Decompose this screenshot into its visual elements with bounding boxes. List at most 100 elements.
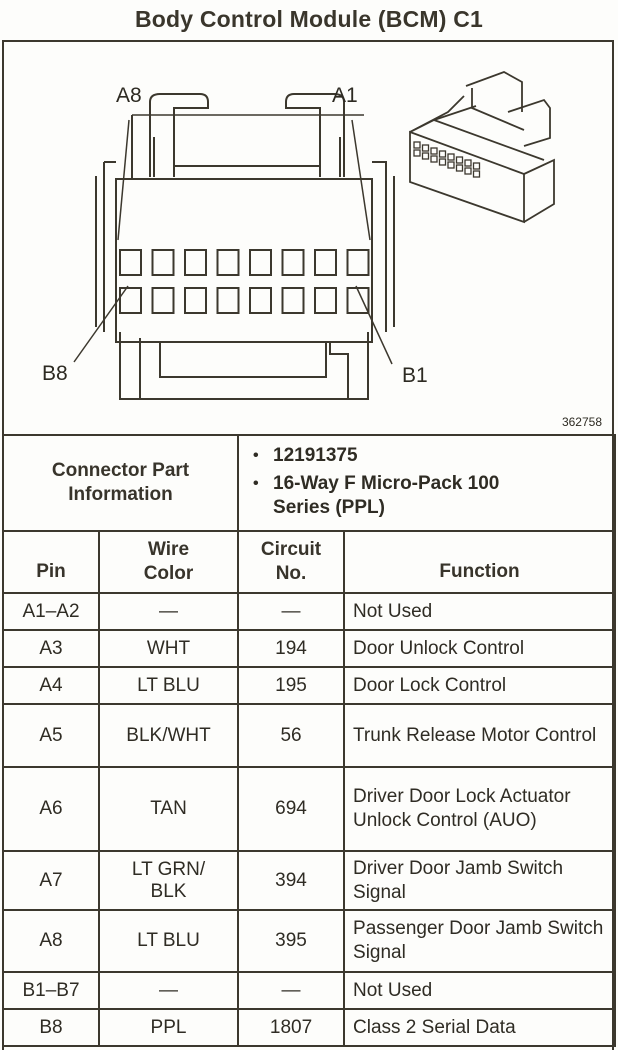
wire-color-cell: PPL: [97, 1008, 240, 1047]
label-a1: A1: [332, 84, 358, 107]
pin-cell: A5: [2, 703, 100, 768]
iso-cavity: [421, 152, 430, 160]
connector-info-row: Connector Part Information 12191375 16-W…: [1, 434, 617, 532]
cavity: [216, 287, 240, 314]
connector-figure: A8 A1 B8 B1 362758: [4, 42, 614, 436]
connector-info-values: 12191375 16-Way F Micro-Pack 100 Series …: [237, 434, 617, 532]
cavity: [249, 249, 272, 276]
function-cell: Class 2 Serial Data: [343, 1008, 617, 1047]
cavity: [281, 249, 305, 276]
circuit-no-cell: 194: [237, 629, 346, 668]
part-number: 12191375: [253, 444, 614, 468]
iso-cavity: [438, 150, 447, 158]
header-function: Function: [343, 530, 617, 594]
connector-type: 16-Way F Micro-Pack 100 Series (PPL): [253, 472, 513, 520]
table-row: A8 LT BLU 395 Passenger Door Jamb Switch Si…: [2, 909, 617, 973]
function-cell: Door Lock Control: [343, 666, 617, 705]
function-cell: Not Used: [343, 971, 617, 1010]
pin-cell: B1–B7: [2, 971, 100, 1010]
figure-number: 362758: [561, 415, 602, 429]
pin-cell: B8: [2, 1008, 100, 1047]
wire-color-cell: —: [97, 592, 240, 631]
connector-face-view: [73, 71, 555, 400]
cavity: [281, 287, 305, 314]
circuit-no-cell: 694: [237, 766, 346, 852]
label-b1: B1: [402, 364, 428, 387]
wire-color-cell: WHT: [97, 629, 240, 668]
iso-cavity: [413, 149, 421, 157]
pin-cell: A1–A2: [2, 592, 100, 631]
iso-cavity: [472, 162, 481, 170]
function-cell: Not Used: [343, 592, 617, 631]
table-row: A7 LT GRN/ BLK 394 Driver Door Jamb Switch …: [2, 850, 617, 911]
table-row: B8 PPL 1807 Class 2 Serial Data: [2, 1008, 617, 1047]
cavity: [346, 249, 370, 276]
iso-cavity-grid: [413, 141, 481, 178]
circuit-no-cell: 395: [237, 909, 346, 973]
cavity-grid: [119, 249, 370, 314]
left-latch: [149, 93, 209, 177]
iso-cavity: [455, 156, 464, 164]
wire-color-cell: BLK/WHT: [97, 703, 240, 768]
wire-color-cell: LT GRN/ BLK: [97, 850, 240, 911]
connector-iso-view: [409, 71, 555, 224]
pin-cell: A6: [2, 766, 100, 852]
table-row: B1–B7— — Not Used: [2, 971, 617, 1010]
table-row: A4 LT BLU 195 Door Lock Control: [2, 666, 617, 705]
iso-cavity: [413, 141, 421, 149]
connector-body: [115, 178, 373, 343]
cavity: [216, 249, 240, 276]
wire-color-cell: —: [97, 971, 240, 1010]
function-cell: Driver Door Jamb Switch Signal: [343, 850, 617, 911]
circuit-no-cell: 1807: [237, 1008, 346, 1047]
table-row: A5 BLK/WHT 56 Trunk Release Motor Control: [2, 703, 617, 768]
page-title: Body Control Module (BCM) C1: [134, 6, 483, 32]
cavity: [119, 249, 142, 276]
cavity: [314, 287, 337, 314]
circuit-no-cell: 394: [237, 850, 346, 911]
iso-cavity: [464, 159, 472, 167]
circuit-no-cell: 195: [237, 666, 346, 705]
pin-cell: A3: [2, 629, 100, 668]
pin-cell: A7: [2, 850, 100, 911]
connector-info-label: Connector Part Information: [1, 434, 240, 532]
cavity: [184, 249, 207, 276]
wire-color-cell: TAN: [97, 766, 240, 852]
table-row: A1–A2— — Not Used: [2, 592, 617, 631]
table-row: A6 TAN 694 Driver Door Lock Actuator Unlock…: [2, 766, 617, 852]
cavity: [314, 249, 337, 276]
header-pin: Pin: [2, 530, 100, 594]
circuit-no-cell: —: [237, 971, 346, 1010]
function-cell: Trunk Release Motor Control: [343, 703, 617, 768]
pinout-table: Connector Part Information 12191375 16-W…: [1, 434, 617, 1047]
function-cell: Door Unlock Control: [343, 629, 617, 668]
circuit-no-cell: —: [237, 592, 346, 631]
cavity: [249, 287, 272, 314]
iso-cavity: [464, 167, 472, 175]
iso-cavity: [430, 147, 438, 155]
pin-cell: A4: [2, 666, 100, 705]
label-b8: B8: [42, 362, 68, 385]
label-a8: A8: [116, 84, 142, 107]
iso-cavity: [430, 155, 438, 163]
iso-cavity: [421, 144, 430, 152]
function-cell: Driver Door Lock Actuator Unlock Control…: [343, 766, 617, 852]
iso-cavity: [455, 164, 464, 172]
table-row: A3 WHT 194 Door Unlock Control: [2, 629, 617, 668]
iso-cavity: [447, 161, 455, 169]
iso-cavity: [438, 158, 447, 166]
cavity: [151, 287, 175, 314]
pin-cell: A8: [2, 909, 100, 973]
function-cell: Passenger Door Jamb Switch Signal: [343, 909, 617, 973]
header-circuit-no: Circuit No.: [237, 530, 346, 594]
cavity: [151, 249, 175, 276]
wire-color-cell: LT BLU: [97, 909, 240, 973]
iso-cavity: [472, 170, 481, 178]
wire-color-cell: LT BLU: [97, 666, 240, 705]
iso-cavity: [447, 153, 455, 161]
table-header-row: Pin Wire Color Circuit No. Function: [2, 530, 617, 594]
cavity: [184, 287, 207, 314]
header-wire-color: Wire Color: [97, 530, 240, 594]
circuit-no-cell: 56: [237, 703, 346, 768]
table-body: A1–A2— — Not Used A3 WHT 194 Door Unlock Contr…: [2, 592, 617, 1047]
